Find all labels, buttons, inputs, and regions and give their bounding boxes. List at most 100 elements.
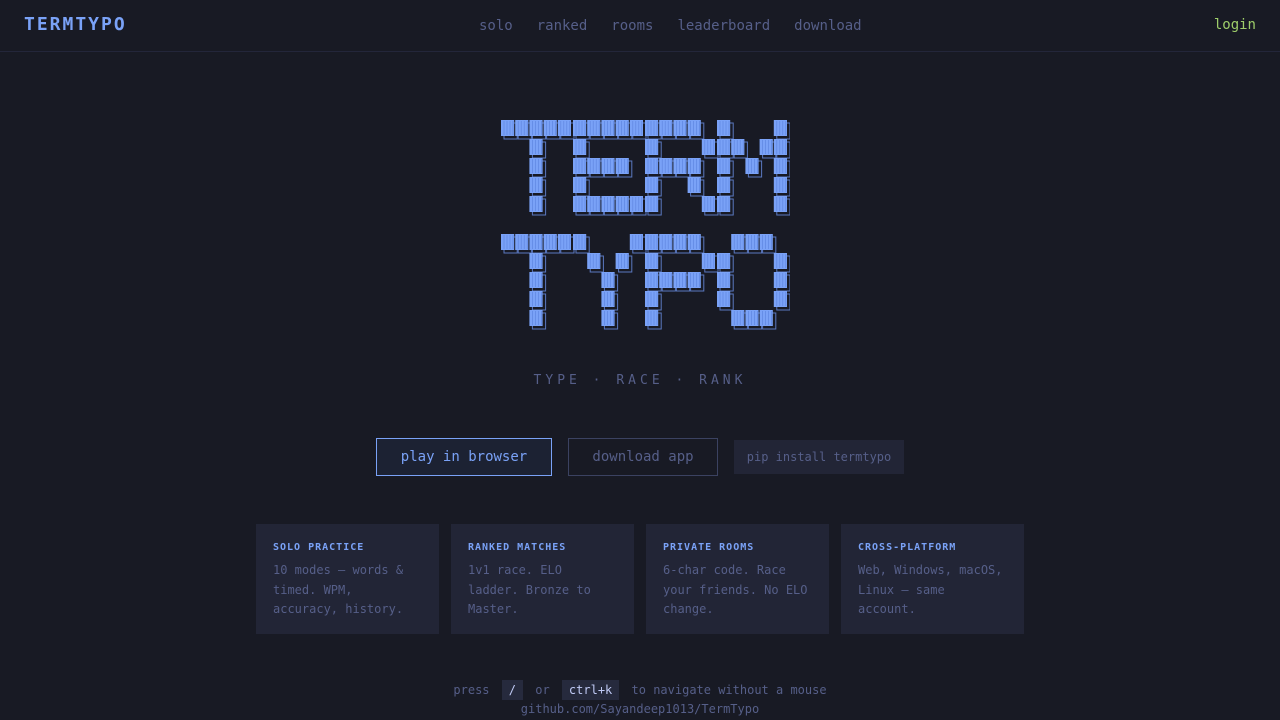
logo-block xyxy=(601,196,615,212)
play-in-browser-button[interactable]: play in browser xyxy=(376,438,552,476)
logo-block xyxy=(773,177,787,193)
login-link[interactable]: login xyxy=(1214,17,1256,33)
logo-block xyxy=(573,196,587,212)
feature-title: PRIVATE ROOMS xyxy=(663,542,755,553)
logo-block xyxy=(573,234,587,250)
logo-block xyxy=(687,177,701,193)
feature-description: 1v1 race. ELO ladder. Bronze to Master. xyxy=(468,563,591,616)
logo-block xyxy=(659,158,673,174)
nav-download[interactable]: download xyxy=(794,17,861,35)
hint-press: press xyxy=(453,683,490,697)
logo-block xyxy=(687,234,701,250)
logo-block xyxy=(573,177,587,193)
logo-block xyxy=(529,272,543,288)
logo-block xyxy=(557,120,571,136)
logo-block xyxy=(529,120,543,136)
logo-block xyxy=(645,253,659,269)
logo-block xyxy=(659,120,673,136)
logo-block xyxy=(717,253,731,269)
logo-block xyxy=(687,272,701,288)
logo-block xyxy=(515,120,529,136)
logo-block xyxy=(529,253,543,269)
logo-block xyxy=(529,196,543,212)
nav-rooms[interactable]: rooms xyxy=(611,17,653,35)
logo-block xyxy=(673,120,687,136)
logo-block xyxy=(717,177,731,193)
logo-block xyxy=(587,158,601,174)
logo-block xyxy=(717,139,731,155)
logo-block xyxy=(645,272,659,288)
ascii-logo xyxy=(500,116,790,338)
logo-block xyxy=(573,120,587,136)
logo-block xyxy=(745,158,759,174)
logo-block xyxy=(529,310,543,326)
nav-solo[interactable]: solo xyxy=(479,17,513,35)
logo-block xyxy=(645,234,659,250)
logo-block xyxy=(529,291,543,307)
logo-block xyxy=(687,158,701,174)
logo-block xyxy=(645,120,659,136)
logo-block xyxy=(615,253,629,269)
logo-block xyxy=(645,158,659,174)
logo-block xyxy=(543,234,557,250)
logo-block xyxy=(759,234,773,250)
logo-block xyxy=(557,234,571,250)
logo-block xyxy=(773,196,787,212)
logo-block xyxy=(629,196,643,212)
logo-block xyxy=(731,234,745,250)
nav-ranked[interactable]: ranked xyxy=(537,17,588,35)
brand-logo[interactable]: TERMTYPO xyxy=(24,14,127,35)
logo-block xyxy=(717,196,731,212)
logo-block xyxy=(543,120,557,136)
ascii-logo-art xyxy=(501,120,790,330)
logo-block xyxy=(745,310,759,326)
logo-block xyxy=(773,253,787,269)
logo-block xyxy=(529,177,543,193)
logo-block xyxy=(745,234,759,250)
github-repo-link[interactable]: github.com/Sayandeep1013/TermTypo xyxy=(0,702,1280,716)
feature-description: 6-char code. Race your friends. No ELO c… xyxy=(663,563,808,616)
logo-block xyxy=(529,139,543,155)
logo-block xyxy=(645,291,659,307)
hint-or: or xyxy=(535,683,550,697)
logo-block xyxy=(659,234,673,250)
logo-block xyxy=(717,158,731,174)
logo-block xyxy=(529,234,543,250)
logo-block xyxy=(601,120,615,136)
logo-block xyxy=(501,234,515,250)
logo-block xyxy=(615,120,629,136)
logo-block xyxy=(587,196,601,212)
logo-block xyxy=(601,310,615,326)
logo-block xyxy=(773,272,787,288)
pip-install-command[interactable]: pip install termtypo xyxy=(734,440,904,474)
slash-key: / xyxy=(501,680,523,700)
feature-title: CROSS-PLATFORM xyxy=(858,542,957,553)
logo-block xyxy=(731,139,745,155)
tagline: TYPE · RACE · RANK xyxy=(533,373,747,388)
logo-block xyxy=(701,196,715,212)
logo-block xyxy=(731,310,745,326)
logo-block xyxy=(645,139,659,155)
logo-block xyxy=(717,291,731,307)
feature-title: RANKED MATCHES xyxy=(468,542,567,553)
feature-description: 10 modes — words & timed. WPM, accuracy,… xyxy=(273,563,404,616)
logo-block xyxy=(673,272,687,288)
logo-block xyxy=(673,234,687,250)
ctrl-k-key: ctrl+k xyxy=(561,680,620,700)
logo-block xyxy=(773,291,787,307)
logo-block xyxy=(645,196,659,212)
nav-leaderboard[interactable]: leaderboard xyxy=(677,17,770,35)
logo-block xyxy=(717,120,731,136)
logo-block xyxy=(501,120,515,136)
logo-block xyxy=(515,234,529,250)
logo-block xyxy=(673,158,687,174)
feature-card-ranked: RANKED MATCHES 1v1 race. ELO ladder. Bro… xyxy=(451,524,634,634)
feature-title: SOLO PRACTICE xyxy=(273,542,365,553)
feature-card-rooms: PRIVATE ROOMS 6-char code. Race your fri… xyxy=(646,524,829,634)
keyboard-hint: press / or ctrl+k to navigate without a … xyxy=(0,680,1280,700)
logo-block xyxy=(717,272,731,288)
logo-block xyxy=(701,139,715,155)
download-app-button[interactable]: download app xyxy=(568,438,718,476)
main-nav: solo ranked rooms leaderboard download xyxy=(479,17,862,35)
logo-block xyxy=(773,139,787,155)
